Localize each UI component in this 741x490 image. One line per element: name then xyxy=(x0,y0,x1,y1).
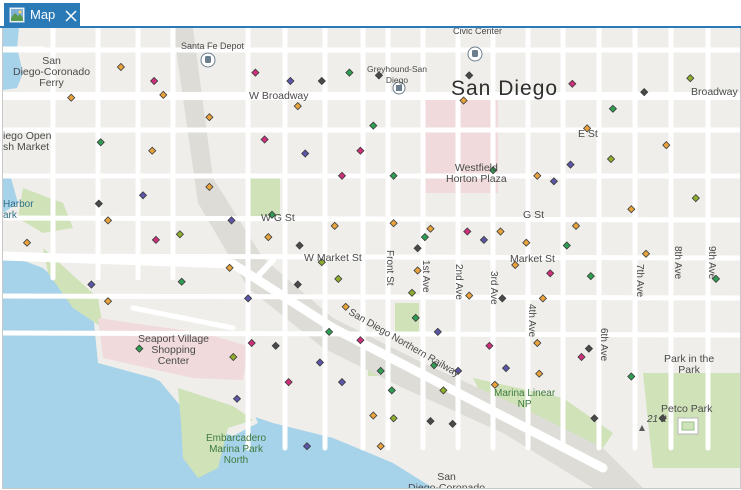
basemap xyxy=(3,28,740,488)
westfield-label: Westfield Horton Plaza xyxy=(446,162,507,185)
front-st-label: Front St xyxy=(384,250,395,286)
map-view[interactable]: San Diego San Diego-Coronado Ferry Santa… xyxy=(2,28,741,489)
fourth-ave-label: 4th Ave xyxy=(526,304,537,338)
tab-bar: Map xyxy=(0,0,741,28)
street xyxy=(3,293,740,301)
city-label: San Diego xyxy=(451,77,559,100)
train-station-icon xyxy=(200,52,216,68)
second-ave-label: 2nd Ave xyxy=(453,264,464,300)
first-ave-label: 1st Ave xyxy=(420,260,431,293)
embarcadero-label: Embarcadero Marina Park North xyxy=(206,433,267,466)
market-st-label: Market St xyxy=(510,253,555,265)
coronado-bottom-label: San Diego-Coronado xyxy=(408,471,486,489)
map-icon xyxy=(9,7,25,23)
street xyxy=(3,330,740,338)
broadway-label: Broadway xyxy=(691,86,738,98)
tab-map[interactable]: Map xyxy=(4,3,80,26)
elevation-label: 21 ft xyxy=(647,414,667,425)
seaport-village-label: Seaport Village Shopping Center xyxy=(138,333,210,367)
w-market-st-label: W Market St xyxy=(304,252,362,264)
sixth-ave-label: 6th Ave xyxy=(598,328,609,362)
park-in-the-park-label: Park in the Park xyxy=(664,353,715,376)
eighth-ave-label: 8th Ave xyxy=(672,246,683,280)
seventh-ave-label: 7th Ave xyxy=(634,264,645,298)
santa-fe-depot-label: Santa Fe Depot xyxy=(181,41,245,51)
open-market-label: iego Open sh Market xyxy=(3,130,52,153)
g-st-label: G St xyxy=(523,209,545,221)
ferry-label: San Diego-Coronado Ferry xyxy=(13,55,91,89)
w-broadway-label: W Broadway xyxy=(249,90,309,102)
tab-map-label: Map xyxy=(30,7,56,22)
close-icon[interactable] xyxy=(65,9,77,22)
stadium-icon xyxy=(677,417,699,435)
train-station-icon xyxy=(467,46,483,62)
e-st-label: E St xyxy=(578,128,598,140)
park-block xyxy=(248,178,280,216)
marina-linear-label: Marina Linear NP xyxy=(494,388,556,410)
w-g-st-label: W G St xyxy=(261,212,295,224)
petco-park-label: Petco Park xyxy=(661,403,713,415)
civic-center-label: Civic Center xyxy=(453,28,503,36)
greyhound-label: Greyhound-San Diego xyxy=(367,64,428,85)
ninth-ave-label: 9th Ave xyxy=(706,246,717,280)
street xyxy=(3,215,740,223)
third-ave-label: 3rd Ave xyxy=(488,271,499,305)
harbor-label: Harbor ark xyxy=(3,199,34,221)
